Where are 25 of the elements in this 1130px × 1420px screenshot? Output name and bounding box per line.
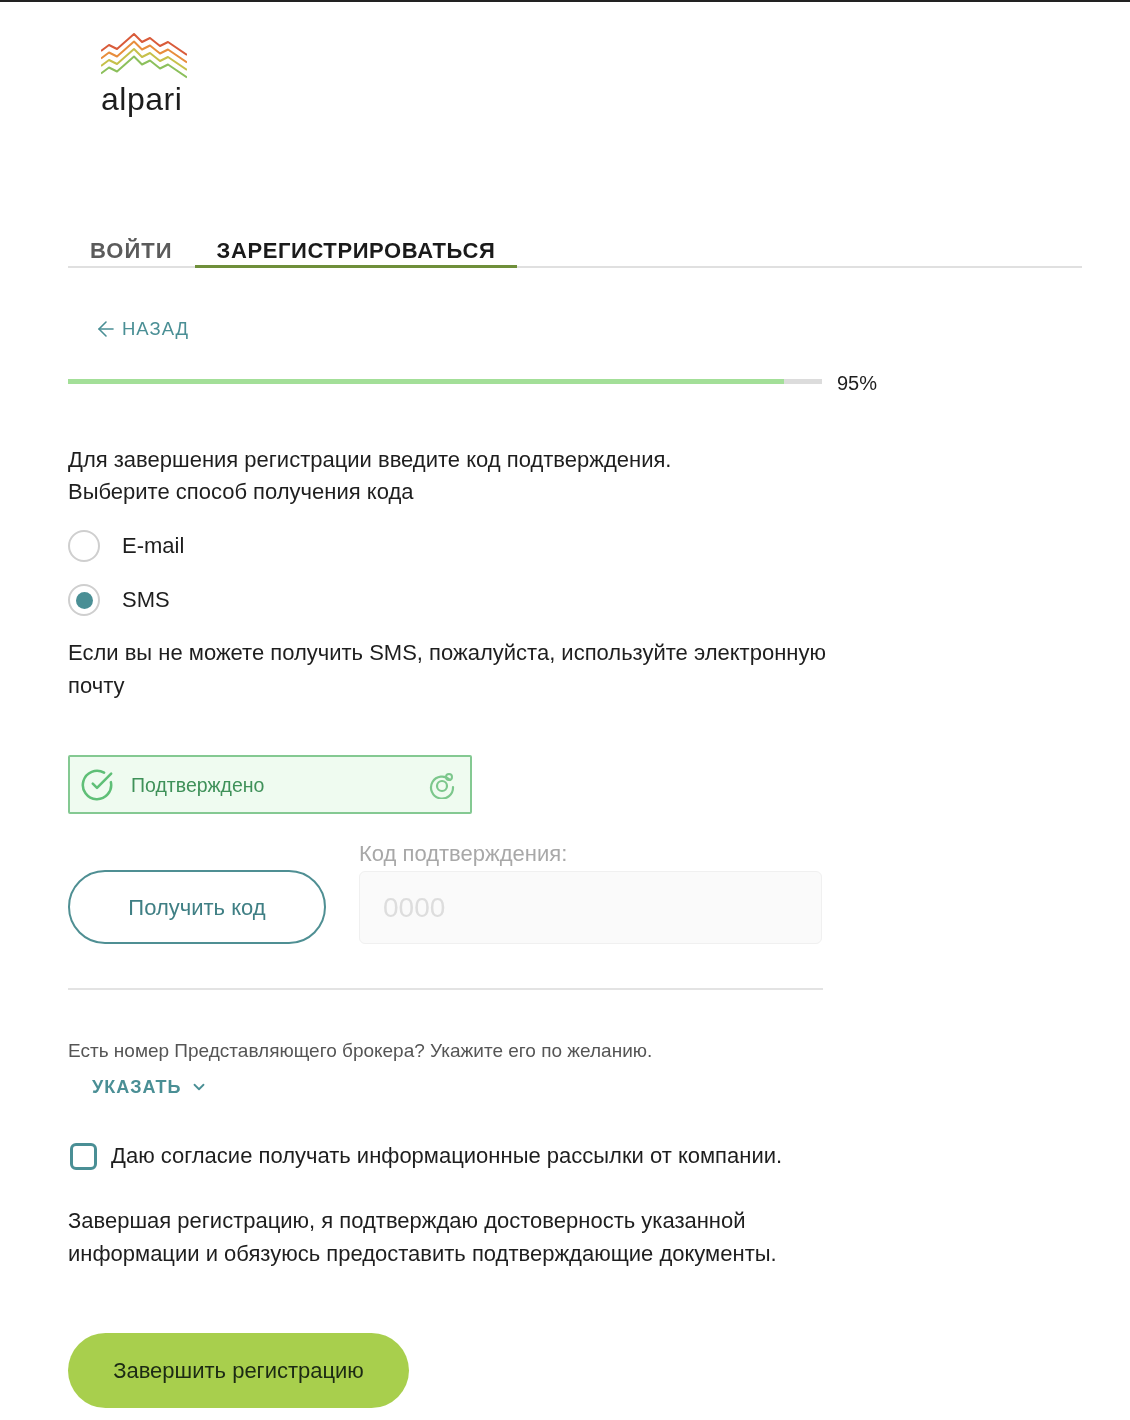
- check-circle-icon: [80, 767, 114, 802]
- radio-button[interactable]: [68, 530, 100, 562]
- instruction-text: Выберите способ получения кода: [68, 478, 414, 506]
- logo-wordmark: alpari: [101, 82, 183, 116]
- disclaimer-text: Завершая регистрацию, я подтверждаю достоверность указанной информации и обязуюсь предоставить подтверждающие документы.: [68, 1207, 778, 1268]
- logo-icon: [101, 33, 187, 80]
- back-link[interactable]: НАЗАД: [94, 317, 190, 341]
- code-label: Код подтверждения:: [359, 842, 568, 866]
- broker-prompt: Есть номер Представляющего брокера? Укажите его по желанию.: [68, 1040, 653, 1062]
- tab[interactable]: ВОЙТИ: [68, 237, 195, 268]
- captcha-status: Подтверждено: [131, 772, 265, 797]
- consent-label[interactable]: Даю согласие получать информационные рассылки от компании.: [111, 1142, 783, 1170]
- progress-percent: 95%: [837, 371, 878, 395]
- radio-button[interactable]: [68, 584, 100, 616]
- refresh-icon[interactable]: [428, 770, 456, 799]
- tab[interactable]: ЗАРЕГИСТРИРОВАТЬСЯ: [194, 237, 518, 268]
- get-code-button[interactable]: Получить код: [68, 870, 326, 944]
- radio-label[interactable]: SMS: [122, 586, 170, 614]
- instruction-text: Для завершения регистрации введите код подтверждения.: [68, 446, 672, 474]
- sms-note: Если вы не можете получить SMS, пожалуйста, используйте электронную почту: [68, 639, 827, 700]
- captcha-widget[interactable]: Подтверждено: [68, 755, 472, 814]
- submit-button[interactable]: Завершить регистрацию: [68, 1333, 409, 1408]
- checkbox[interactable]: [70, 1142, 97, 1170]
- broker-toggle-link[interactable]: УКАЗАТЬ: [92, 1075, 208, 1099]
- radio-label[interactable]: E-mail: [122, 532, 185, 560]
